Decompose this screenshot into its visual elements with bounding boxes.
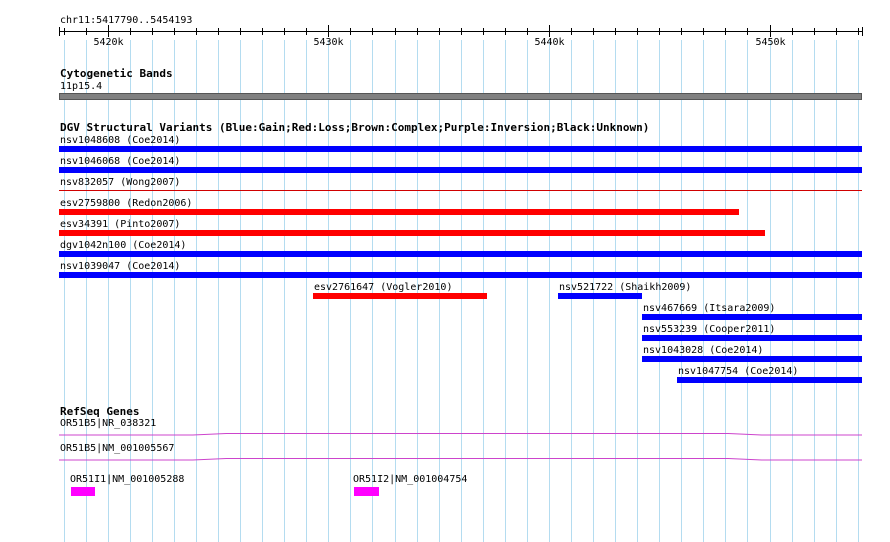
refseq-gene-label: OR51B5|NM_001005567 <box>60 443 175 454</box>
refseq-transcript-line[interactable] <box>59 433 862 436</box>
refseq-transcripts <box>59 433 862 461</box>
genome-browser-view: chr11:5417790..5454193 5420k 5430k 5440k 54… <box>0 0 890 542</box>
refseq-gene-label: OR51I1|NM_001005288 <box>70 474 185 485</box>
refseq-gene-label: OR51I2|NM_001004754 <box>353 474 468 485</box>
refseq-transcript-line[interactable] <box>59 458 862 461</box>
refseq-gene-label: OR51B5|NR_038321 <box>60 418 157 429</box>
refseq-gene-exon[interactable] <box>354 487 379 496</box>
refseq-gene-exon[interactable] <box>71 487 95 496</box>
